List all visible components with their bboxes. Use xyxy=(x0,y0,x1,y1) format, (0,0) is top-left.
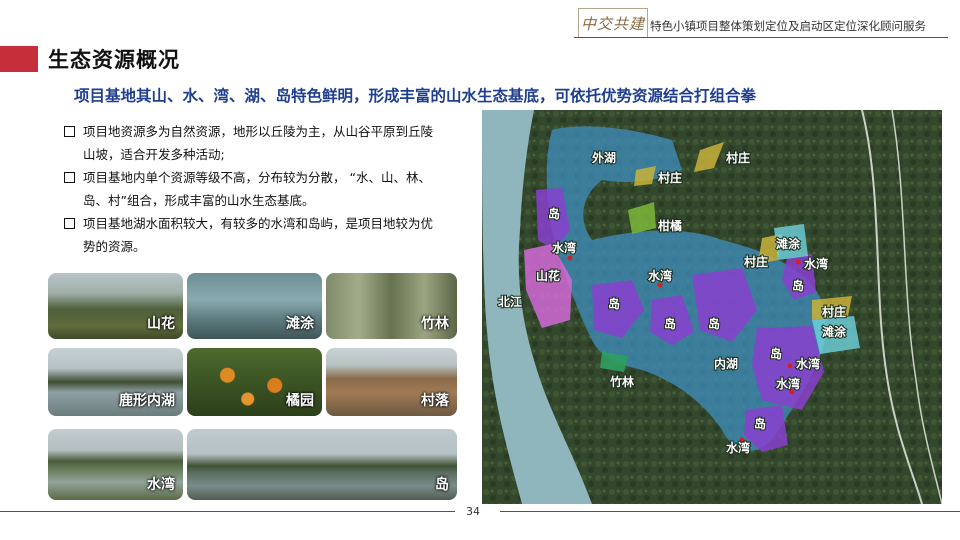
project-title: 特色小镇项目整体策划定位及启动区定位深化顾问服务 xyxy=(650,19,926,33)
photo-shuiwan: 水湾 xyxy=(48,429,183,500)
map-label-island: 岛 xyxy=(708,316,720,331)
map-label-waihu: 外湖 xyxy=(592,150,616,165)
map-label-neihu: 内湖 xyxy=(714,356,738,371)
map-label-shuiwan: 水湾 xyxy=(776,376,800,391)
shuiwan-marker xyxy=(657,282,663,288)
photo-label: 竹林 xyxy=(421,316,449,332)
shuiwan-marker xyxy=(787,363,793,369)
map-label-island: 岛 xyxy=(608,296,620,311)
bullet-item: 项目地资源多为自然资源，地形以丘陵为主，从山谷平原到丘陵山坡，适合开发多种活动; xyxy=(64,120,444,166)
photo-luxing-neihu: 鹿形内湖 xyxy=(48,348,183,416)
map-label-shuiwan: 水湾 xyxy=(552,240,576,255)
photo-dao: 岛 xyxy=(187,429,457,500)
map-label-island: 岛 xyxy=(754,416,766,431)
page-number: 34 xyxy=(466,505,480,518)
map-label-village: 村庄 xyxy=(658,170,682,185)
page-subtitle: 项目基地其山、水、湾、湖、岛特色鲜明，形成丰富的山水生态基底，可依托优势资源结合… xyxy=(74,87,757,105)
shuiwan-marker xyxy=(567,255,573,261)
map-label-tantu: 滩涂 xyxy=(822,324,847,339)
map-label-village: 村庄 xyxy=(744,254,768,269)
map-label-village: 村庄 xyxy=(822,304,846,319)
footer-divider-left xyxy=(0,511,455,512)
header-divider xyxy=(574,37,948,38)
bullet-item: 项目基地湖水面积较大，有较多的水湾和岛屿，是项目地较为优势的资源。 xyxy=(64,212,444,258)
map-label-island: 岛 xyxy=(548,206,560,221)
footer-divider-right xyxy=(500,511,960,512)
map-label-island: 岛 xyxy=(770,346,782,361)
photo-label: 山花 xyxy=(147,316,175,332)
bullet-item: 项目基地内单个资源等级不高，分布较为分散， “水、山、林、岛、村”组合，形成丰富… xyxy=(64,166,444,212)
map-label-island: 岛 xyxy=(664,316,676,331)
logo: 中交共建 xyxy=(578,8,648,38)
bullet-text: 项目基地湖水面积较大，有较多的水湾和岛屿，是项目地较为优势的资源。 xyxy=(83,216,434,254)
map-label-shuiwan: 水湾 xyxy=(804,256,828,271)
photo-cunluo: 村落 xyxy=(326,348,457,416)
photo-label: 岛 xyxy=(435,477,449,493)
map-label-shuiwan: 水湾 xyxy=(796,356,820,371)
photo-label: 水湾 xyxy=(147,477,175,493)
photo-label: 鹿形内湖 xyxy=(119,393,175,409)
map-label-island: 岛 xyxy=(792,278,804,293)
photo-juyuan: 橘园 xyxy=(187,348,322,416)
photo-tantu: 滩涂 xyxy=(187,273,322,339)
photo-label: 滩涂 xyxy=(286,316,314,332)
map-svg: 外湖 村庄 村庄 柑橘 岛 水湾 山花 水湾 滩涂 村庄 水湾 岛 北江 岛 村… xyxy=(482,110,942,504)
map-label-village: 村庄 xyxy=(726,150,750,165)
bullet-text: 项目地资源多为自然资源，地形以丘陵为主，从山谷平原到丘陵山坡，适合开发多种活动; xyxy=(83,124,434,162)
bullet-text: 项目基地内单个资源等级不高，分布较为分散， “水、山、林、岛、村”组合，形成丰富… xyxy=(83,170,431,208)
bullet-list: 项目地资源多为自然资源，地形以丘陵为主，从山谷平原到丘陵山坡，适合开发多种活动;… xyxy=(64,120,444,258)
map-label-tantu: 滩涂 xyxy=(776,236,801,251)
square-bullet-icon xyxy=(64,172,75,183)
square-bullet-icon xyxy=(64,126,75,137)
map-label-ganju: 柑橘 xyxy=(658,218,682,233)
photo-zhulin: 竹林 xyxy=(326,273,457,339)
map-label-shuiwan: 水湾 xyxy=(648,268,672,283)
resource-map: 外湖 村庄 村庄 柑橘 岛 水湾 山花 水湾 滩涂 村庄 水湾 岛 北江 岛 村… xyxy=(482,110,942,504)
title-accent-bar xyxy=(0,46,38,72)
map-label-zhulin: 竹林 xyxy=(609,374,634,389)
square-bullet-icon xyxy=(64,218,75,229)
shuiwan-marker xyxy=(795,259,801,265)
photo-shanhua: 山花 xyxy=(48,273,183,339)
map-label-shanhua: 山花 xyxy=(536,268,560,283)
photo-label: 橘园 xyxy=(286,393,314,409)
photo-label: 村落 xyxy=(421,393,449,409)
map-label-beijiang: 北江 xyxy=(498,294,522,309)
page-title: 生态资源概况 xyxy=(48,48,180,72)
map-label-shuiwan: 水湾 xyxy=(726,440,750,455)
